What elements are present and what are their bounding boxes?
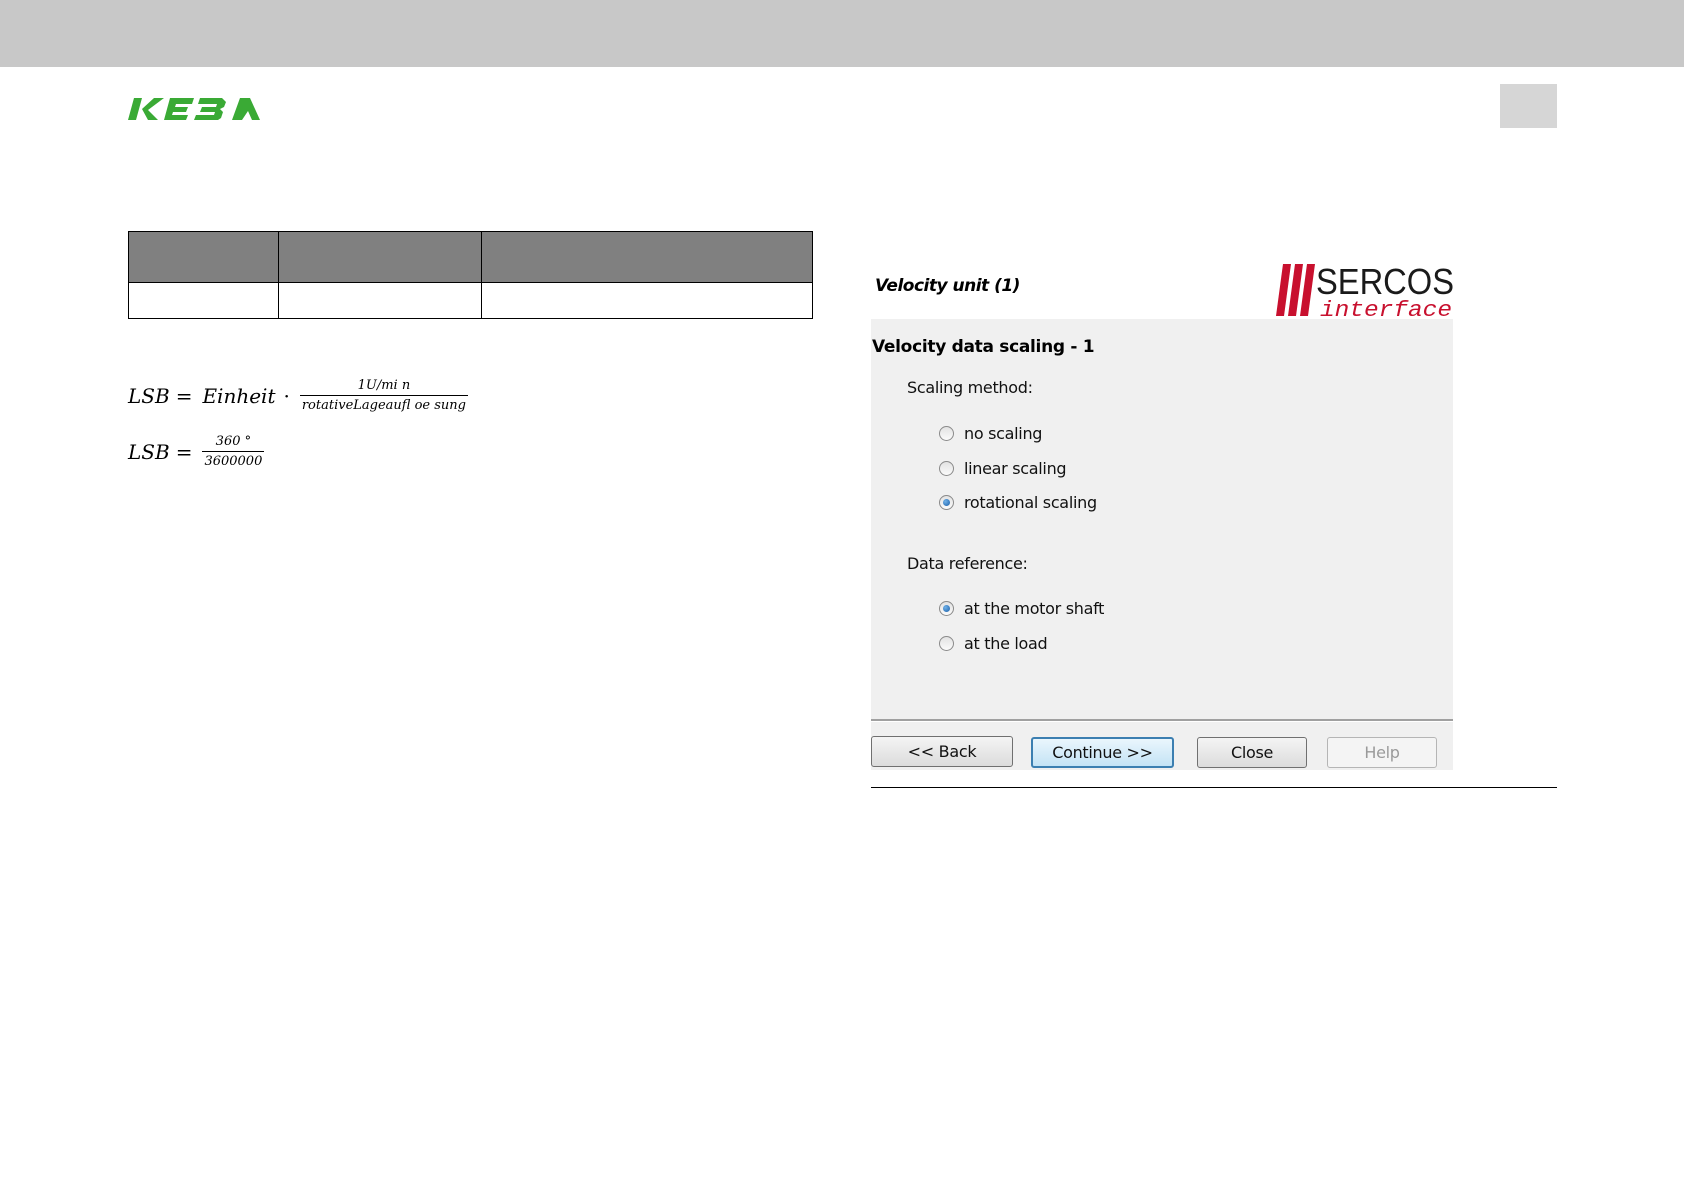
- section-title: Velocity data scaling - 1: [872, 337, 1095, 357]
- formula-lsb-einheit: LSB = Einheit · 1U/mi n rotativeLageaufl…: [128, 378, 468, 413]
- sercos-sub-text: interface: [1320, 298, 1452, 318]
- formula-equals: =: [175, 439, 193, 464]
- radio-linear-scaling[interactable]: linear scaling: [939, 459, 1067, 478]
- formula-factor: Einheit: [202, 383, 276, 408]
- close-button[interactable]: Close: [1197, 737, 1307, 768]
- horizontal-rule: [871, 787, 1557, 788]
- help-button[interactable]: Help: [1327, 737, 1437, 768]
- sercos-brand-text: SERCOS: [1316, 261, 1454, 302]
- radio-label: at the motor shaft: [964, 599, 1105, 618]
- dialog-header-title: Velocity unit (1): [875, 276, 1020, 296]
- formula-equals: =: [175, 383, 193, 408]
- data-reference-label: Data reference:: [907, 554, 1028, 573]
- continue-button[interactable]: Continue >>: [1031, 737, 1174, 768]
- parameter-table: [128, 231, 813, 319]
- formula-dot: ·: [283, 383, 290, 408]
- back-button[interactable]: << Back: [871, 736, 1013, 767]
- formula-fraction: 1U/mi n rotativeLageaufl oe sung: [299, 378, 468, 413]
- radio-at-load[interactable]: at the load: [939, 634, 1048, 653]
- radio-icon[interactable]: [939, 636, 954, 651]
- table-cell: [278, 282, 482, 319]
- formula-denominator: 3600000: [202, 451, 265, 469]
- radio-label: at the load: [964, 634, 1048, 653]
- scaling-method-label: Scaling method:: [907, 378, 1033, 397]
- radio-label: no scaling: [964, 424, 1043, 443]
- dialog-separator: [871, 719, 1453, 722]
- keba-logo: [128, 98, 260, 120]
- table-cell: [128, 282, 279, 319]
- formula-numerator: 1U/mi n: [357, 378, 411, 393]
- formula-lhs: LSB: [128, 439, 170, 464]
- velocity-scaling-dialog: Velocity data scaling - 1 Scaling method…: [871, 319, 1453, 770]
- table-row: [128, 282, 813, 319]
- table-header-cell: [128, 231, 279, 283]
- formula-lsb-value: LSB = 360 ° 3600000: [128, 434, 265, 469]
- sercos-logo: SERCOS interface: [1276, 261, 1454, 318]
- radio-label: linear scaling: [964, 459, 1067, 478]
- radio-icon[interactable]: [939, 461, 954, 476]
- table-header-row: [128, 231, 813, 283]
- radio-label: rotational scaling: [964, 493, 1097, 512]
- radio-rotational-scaling[interactable]: rotational scaling: [939, 493, 1097, 512]
- table-header-cell: [278, 231, 482, 283]
- formula-numerator: 360 °: [215, 434, 252, 449]
- formula-denominator: rotativeLageaufl oe sung: [299, 395, 468, 413]
- radio-selected-icon[interactable]: [939, 495, 954, 510]
- table-header-cell: [481, 231, 813, 283]
- top-bar: [0, 0, 1684, 67]
- page-number-box: [1500, 84, 1557, 128]
- radio-selected-icon[interactable]: [939, 601, 954, 616]
- table-cell: [481, 282, 813, 319]
- formula-fraction: 360 ° 3600000: [202, 434, 265, 469]
- radio-no-scaling[interactable]: no scaling: [939, 424, 1042, 443]
- formula-lhs: LSB: [128, 383, 170, 408]
- radio-motor-shaft[interactable]: at the motor shaft: [939, 599, 1104, 618]
- radio-icon[interactable]: [939, 426, 954, 441]
